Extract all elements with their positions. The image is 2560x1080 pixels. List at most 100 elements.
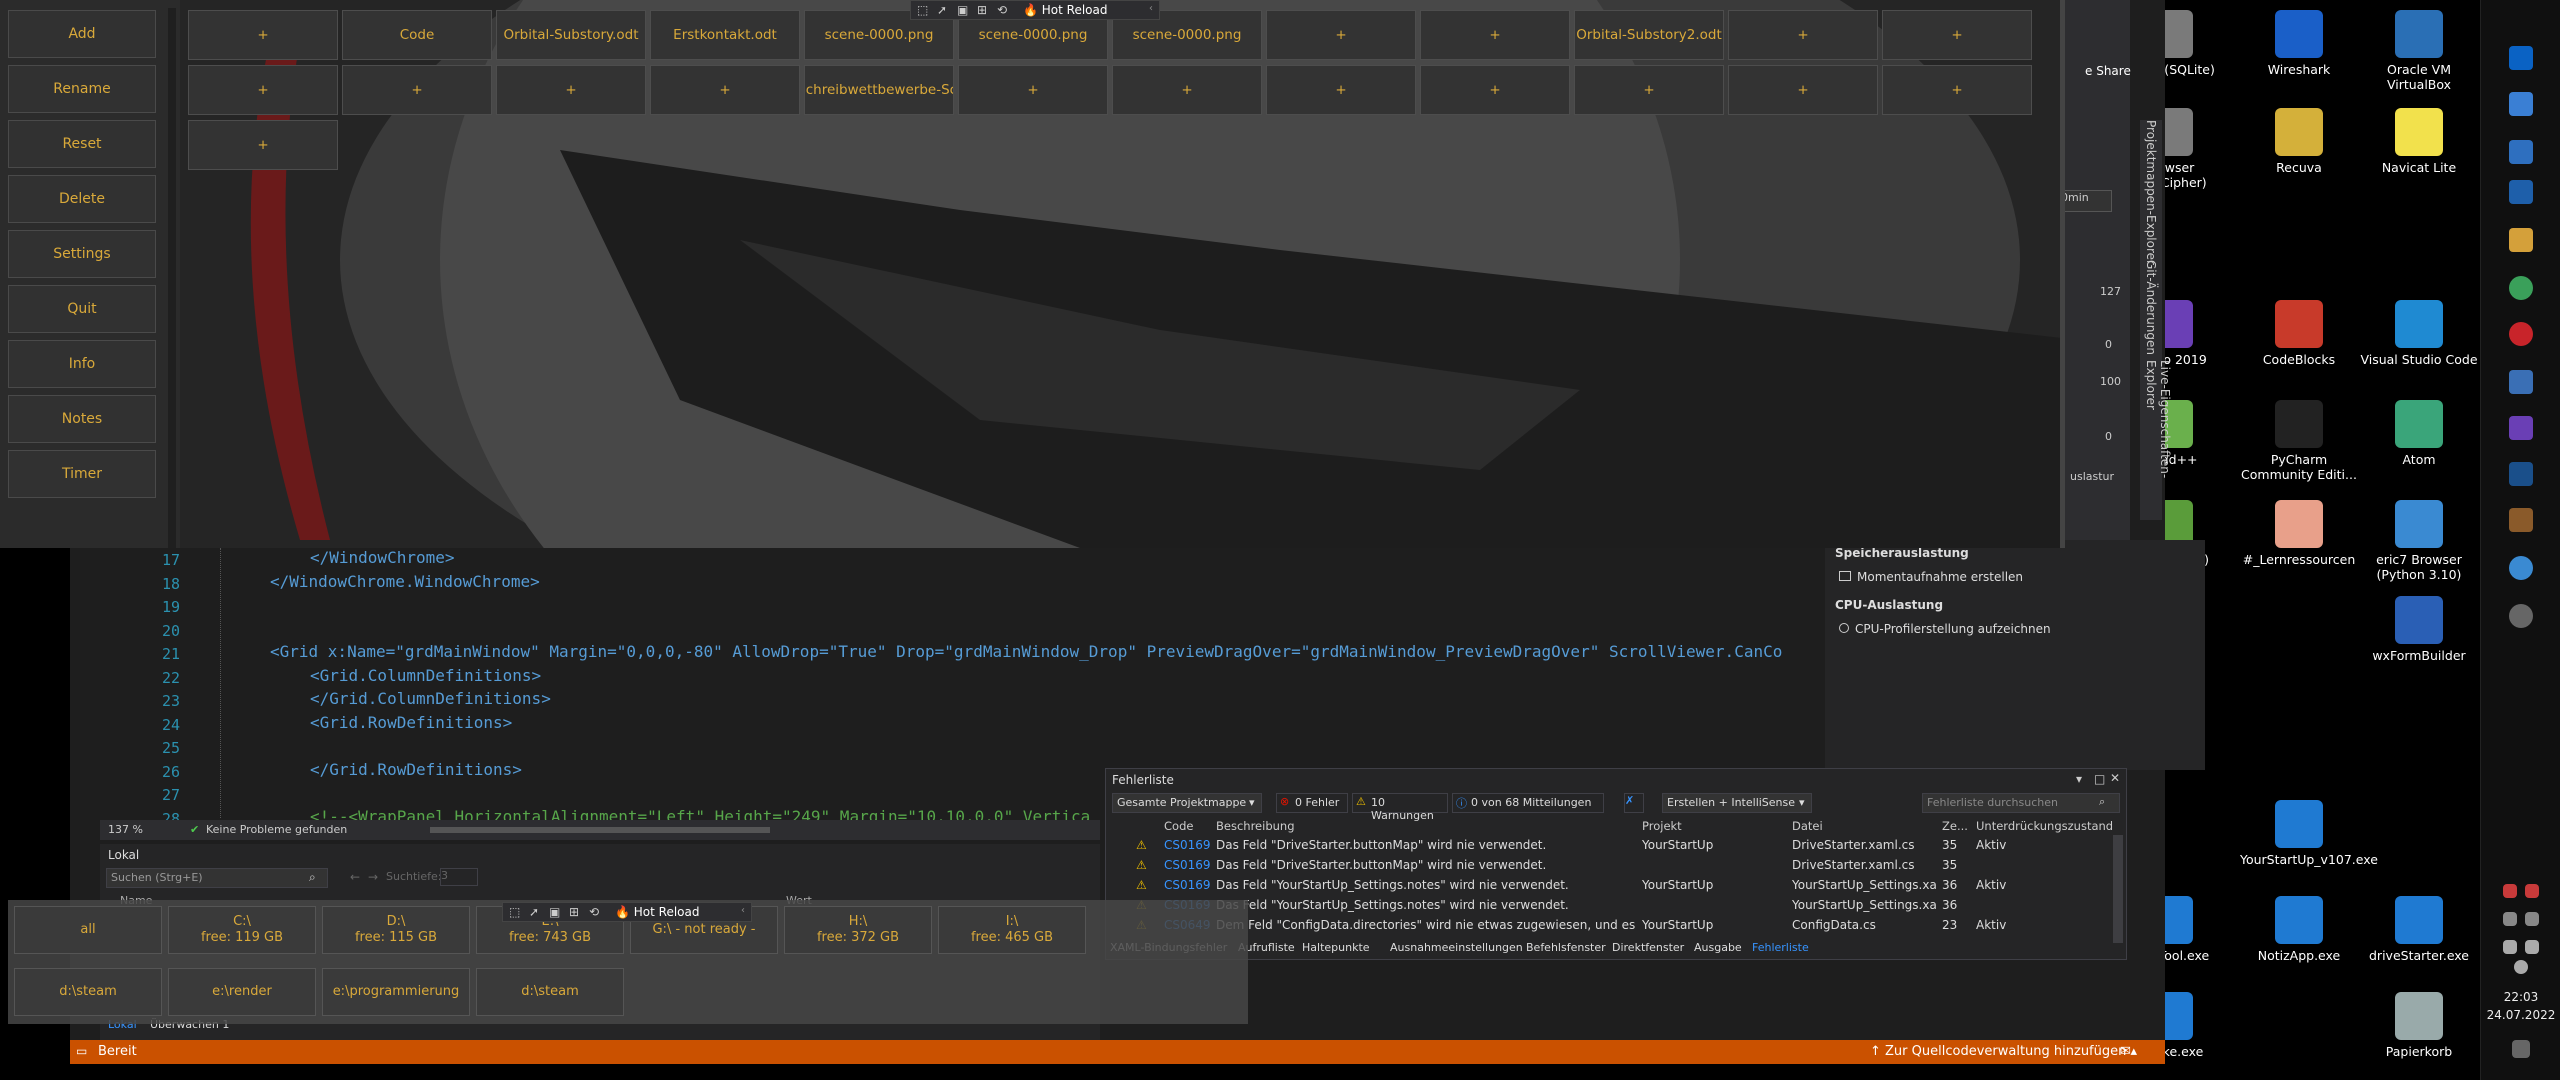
volume-icon[interactable] <box>2525 940 2539 954</box>
add-tile[interactable]: + <box>1574 65 1724 115</box>
add-tile[interactable]: + <box>650 65 800 115</box>
file-tile[interactable]: Erstkontakt.odt <box>650 10 800 60</box>
errors-filter-button[interactable]: ⊗ 0 Fehler <box>1276 793 1348 813</box>
add-tile[interactable]: + <box>496 65 646 115</box>
sidebar-button-settings[interactable]: Settings <box>8 230 156 278</box>
sidebar-button-notes[interactable]: Notes <box>8 395 156 443</box>
tool-tab[interactable]: Direktfenster <box>1612 941 1684 954</box>
add-tile[interactable]: + <box>188 65 338 115</box>
add-tile[interactable]: + <box>1882 10 2032 60</box>
messages-filter-button[interactable]: ⓘ 0 von 68 Mitteilungen <box>1452 793 1604 813</box>
error-row[interactable]: ⚠ CS0169 Das Feld "DriveStarter.buttonMap"… <box>1106 855 2126 875</box>
add-tile[interactable]: + <box>1728 10 1878 60</box>
clock-date[interactable]: 24.07.2022 <box>2481 1008 2560 1022</box>
source-control-button[interactable]: ↑ Zur Quellcodeverwaltung hinzufügen ▴ <box>1870 1044 2137 1059</box>
chrome-icon[interactable] <box>2509 276 2533 300</box>
tool-tab[interactable]: Ausnahmeeinstellungen <box>1390 941 1523 954</box>
binding-icon[interactable]: ⟲ <box>589 905 599 919</box>
close-icon[interactable]: ✕ <box>2110 771 2120 785</box>
notification-icon[interactable]: ✉ <box>2120 1044 2131 1059</box>
visual-studio-icon[interactable] <box>2509 416 2533 440</box>
folder-icon[interactable] <box>2509 228 2533 252</box>
code-line[interactable]: </Grid.RowDefinitions> <box>310 760 522 784</box>
add-tile[interactable]: + <box>1266 65 1416 115</box>
explorer-icon[interactable] <box>2509 370 2533 394</box>
drive-button[interactable]: C:\ free: 119 GB <box>168 906 316 954</box>
hot-reload-button-bottom[interactable]: 🔥 Hot Reload <box>615 905 699 919</box>
code-line[interactable]: <Grid.RowDefinitions> <box>310 713 512 737</box>
desktop-icon[interactable]: wxFormBuilder <box>2360 596 2478 663</box>
pointer-icon[interactable]: ➚ <box>529 905 539 919</box>
media-icon[interactable] <box>2509 604 2533 628</box>
locals-search-input[interactable]: Suchen (Strg+E) ⌕ <box>106 868 328 888</box>
clock-time[interactable]: 22:03 <box>2481 990 2560 1004</box>
col-description[interactable]: Beschreibung <box>1216 819 1295 833</box>
desktop-icon[interactable]: Navicat Lite <box>2360 108 2478 175</box>
desktop-icon[interactable]: #_Lernressourcen <box>2240 500 2358 567</box>
desktop-icon[interactable]: Recuva <box>2240 108 2358 175</box>
cpu-record-button[interactable]: CPU-Profilerstellung aufzeichnen <box>1839 622 2051 636</box>
file-tile[interactable]: Orbital-Substory2.odt <box>1574 10 1724 60</box>
add-tile[interactable]: + <box>342 65 492 115</box>
scope-dropdown[interactable]: Gesamte Projektmappe ▾ <box>1112 793 1262 813</box>
hot-reload-button-top[interactable]: 🔥 Hot Reload <box>1023 3 1107 17</box>
windows-icon[interactable] <box>2509 92 2533 116</box>
desktop-icon[interactable]: Visual Studio Code <box>2360 300 2478 367</box>
file-tile[interactable]: Schreibwettbewerbe-Sci <box>804 65 954 115</box>
add-tile[interactable]: + <box>1420 65 1570 115</box>
tray-icon-2[interactable] <box>2525 884 2539 898</box>
back-arrow-icon[interactable]: ← <box>350 870 360 884</box>
folder-shortcut-button[interactable]: d:\steam <box>476 968 624 1016</box>
side-tab-solution-explorer[interactable]: Projektmappen-Explorer <box>2144 120 2158 265</box>
code-line[interactable]: <Grid.ColumnDefinitions> <box>310 666 541 690</box>
col-line[interactable]: Ze... <box>1942 819 1968 833</box>
side-tab-live-props[interactable]: Live-Eigenschaften-Explorer <box>2144 360 2172 520</box>
network-icon[interactable] <box>2509 140 2533 164</box>
splitter[interactable] <box>168 8 176 548</box>
select-element-icon[interactable]: ⬚ <box>509 905 520 919</box>
col-file[interactable]: Datei <box>1792 819 1823 833</box>
col-code[interactable]: Code <box>1164 819 1193 833</box>
add-tile[interactable]: + <box>1112 65 1262 115</box>
drive-button[interactable]: D:\ free: 115 GB <box>322 906 470 954</box>
globe-icon[interactable] <box>2514 960 2528 974</box>
store-icon[interactable] <box>2509 180 2533 204</box>
search-icon[interactable] <box>2509 46 2533 70</box>
add-tile[interactable]: + <box>188 120 338 170</box>
notifications-icon[interactable] <box>2512 1040 2530 1058</box>
sidebar-button-delete[interactable]: Delete <box>8 175 156 223</box>
col-project[interactable]: Projekt <box>1642 819 1682 833</box>
maximize-icon[interactable]: □ <box>2094 772 2105 786</box>
side-tab-git[interactable]: Git-Änderungen <box>2144 260 2158 355</box>
desktop-icon[interactable]: Atom <box>2360 400 2478 467</box>
usb-icon[interactable] <box>2503 940 2517 954</box>
layout-icon[interactable]: ⊞ <box>569 905 579 919</box>
pin-icon[interactable]: ▾ <box>2076 772 2082 786</box>
snapshot-button[interactable]: Momentaufnahme erstellen <box>1839 570 2023 584</box>
error-row[interactable]: ⚠ CS0169 Das Feld "DriveStarter.buttonMap"… <box>1106 835 2126 855</box>
sidebar-button-info[interactable]: Info <box>8 340 156 388</box>
error-search-input[interactable]: Fehlerliste durchsuchen ⌕ <box>1922 793 2120 813</box>
adorner-icon[interactable]: ▣ <box>549 905 560 919</box>
desktop-icon[interactable]: NotizApp.exe <box>2240 896 2358 963</box>
desktop-icon[interactable]: Papierkorb <box>2360 992 2478 1059</box>
folder-shortcut-button[interactable]: e:\render <box>168 968 316 1016</box>
tray-icon-1[interactable] <box>2503 884 2517 898</box>
code-line[interactable]: </Grid.ColumnDefinitions> <box>310 689 551 713</box>
code-line[interactable]: </WindowChrome.WindowChrome> <box>270 572 540 596</box>
add-tile[interactable]: + <box>1266 10 1416 60</box>
sidebar-button-add[interactable]: Add <box>8 10 156 58</box>
drive-button[interactable]: I:\ free: 465 GB <box>938 906 1086 954</box>
tray-icon-3[interactable] <box>2503 912 2517 926</box>
steam-icon[interactable] <box>2509 462 2533 486</box>
code-line[interactable]: </WindowChrome> <box>310 548 455 572</box>
file-tile[interactable]: Orbital-Substory.odt <box>496 10 646 60</box>
tray-icon-4[interactable] <box>2525 912 2539 926</box>
live-share-label[interactable]: e Share <box>2085 64 2131 78</box>
sidebar-button-reset[interactable]: Reset <box>8 120 156 168</box>
layout-icon[interactable]: ⊞ <box>977 3 987 17</box>
warnings-filter-button[interactable]: ⚠ 10 Warnungen <box>1352 793 1448 822</box>
adorner-icon[interactable]: ▣ <box>957 3 968 17</box>
desktop-icon[interactable]: eric7 Browser (Python 3.10) <box>2360 500 2478 582</box>
tool-tab[interactable]: Fehlerliste <box>1752 941 1809 954</box>
